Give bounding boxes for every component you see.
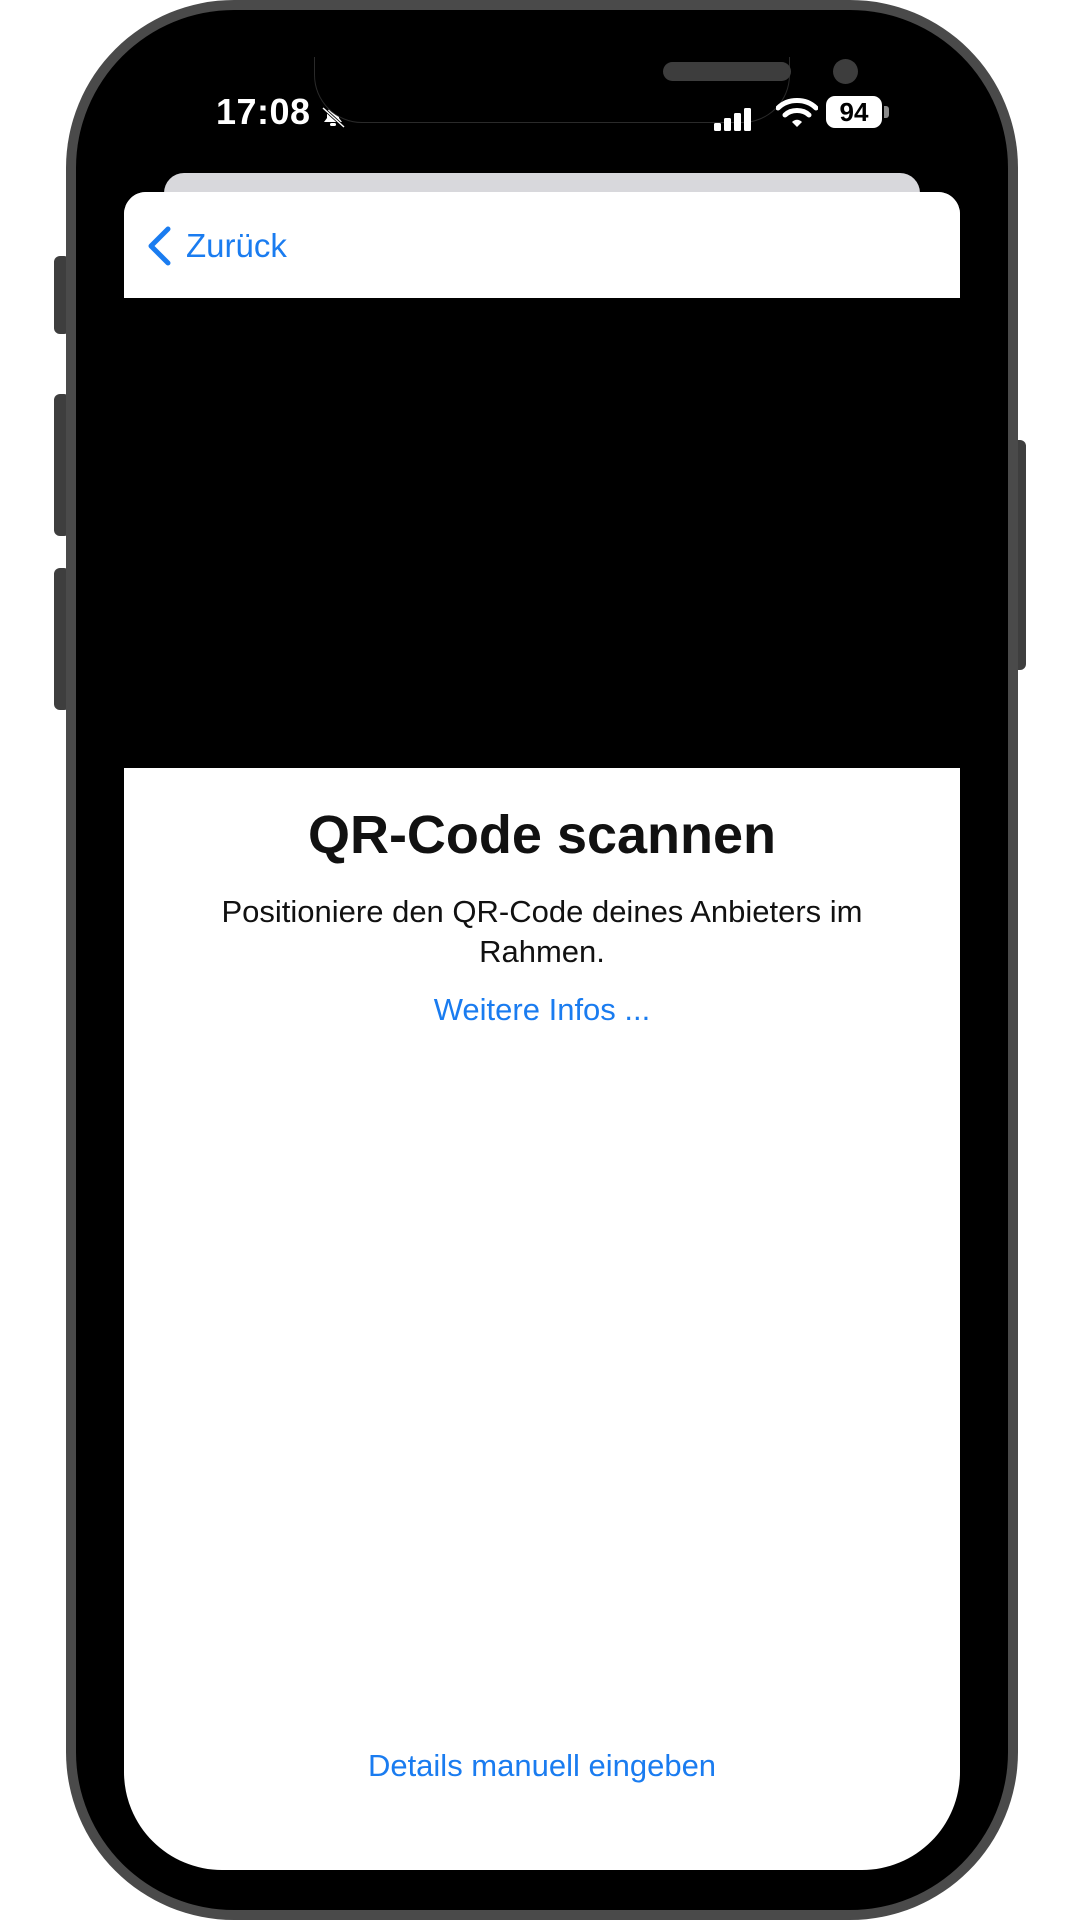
chevron-left-icon [148, 226, 171, 266]
navigation-bar: Zurück [124, 192, 960, 298]
back-label: Zurück [186, 227, 287, 264]
scanner-sheet: Zurück QR-Code scannen Positioniere den … [124, 192, 960, 1870]
front-camera [833, 59, 858, 84]
manual-entry-button[interactable]: Details manuell eingeben [124, 1748, 960, 1784]
back-button[interactable]: Zurück [146, 222, 287, 270]
page-title: QR-Code scannen [307, 805, 777, 865]
earpiece-speaker [663, 62, 791, 81]
cellular-signal-icon [714, 108, 751, 131]
status-time: 17:08 [216, 91, 311, 132]
more-info-link[interactable]: Weitere Infos ... [124, 992, 960, 1028]
device-mockup: 17:08 94 Zurück QR-Code scannen Position… [0, 0, 1080, 1920]
camera-viewfinder [124, 298, 960, 768]
battery-icon: 94 [826, 96, 882, 128]
battery-cap [884, 106, 889, 118]
phone-screen: 17:08 94 Zurück QR-Code scannen Position… [124, 57, 960, 1870]
instruction-text: Positioniere den QR-Code deines Anbieter… [221, 894, 863, 969]
wifi-icon [776, 98, 818, 127]
